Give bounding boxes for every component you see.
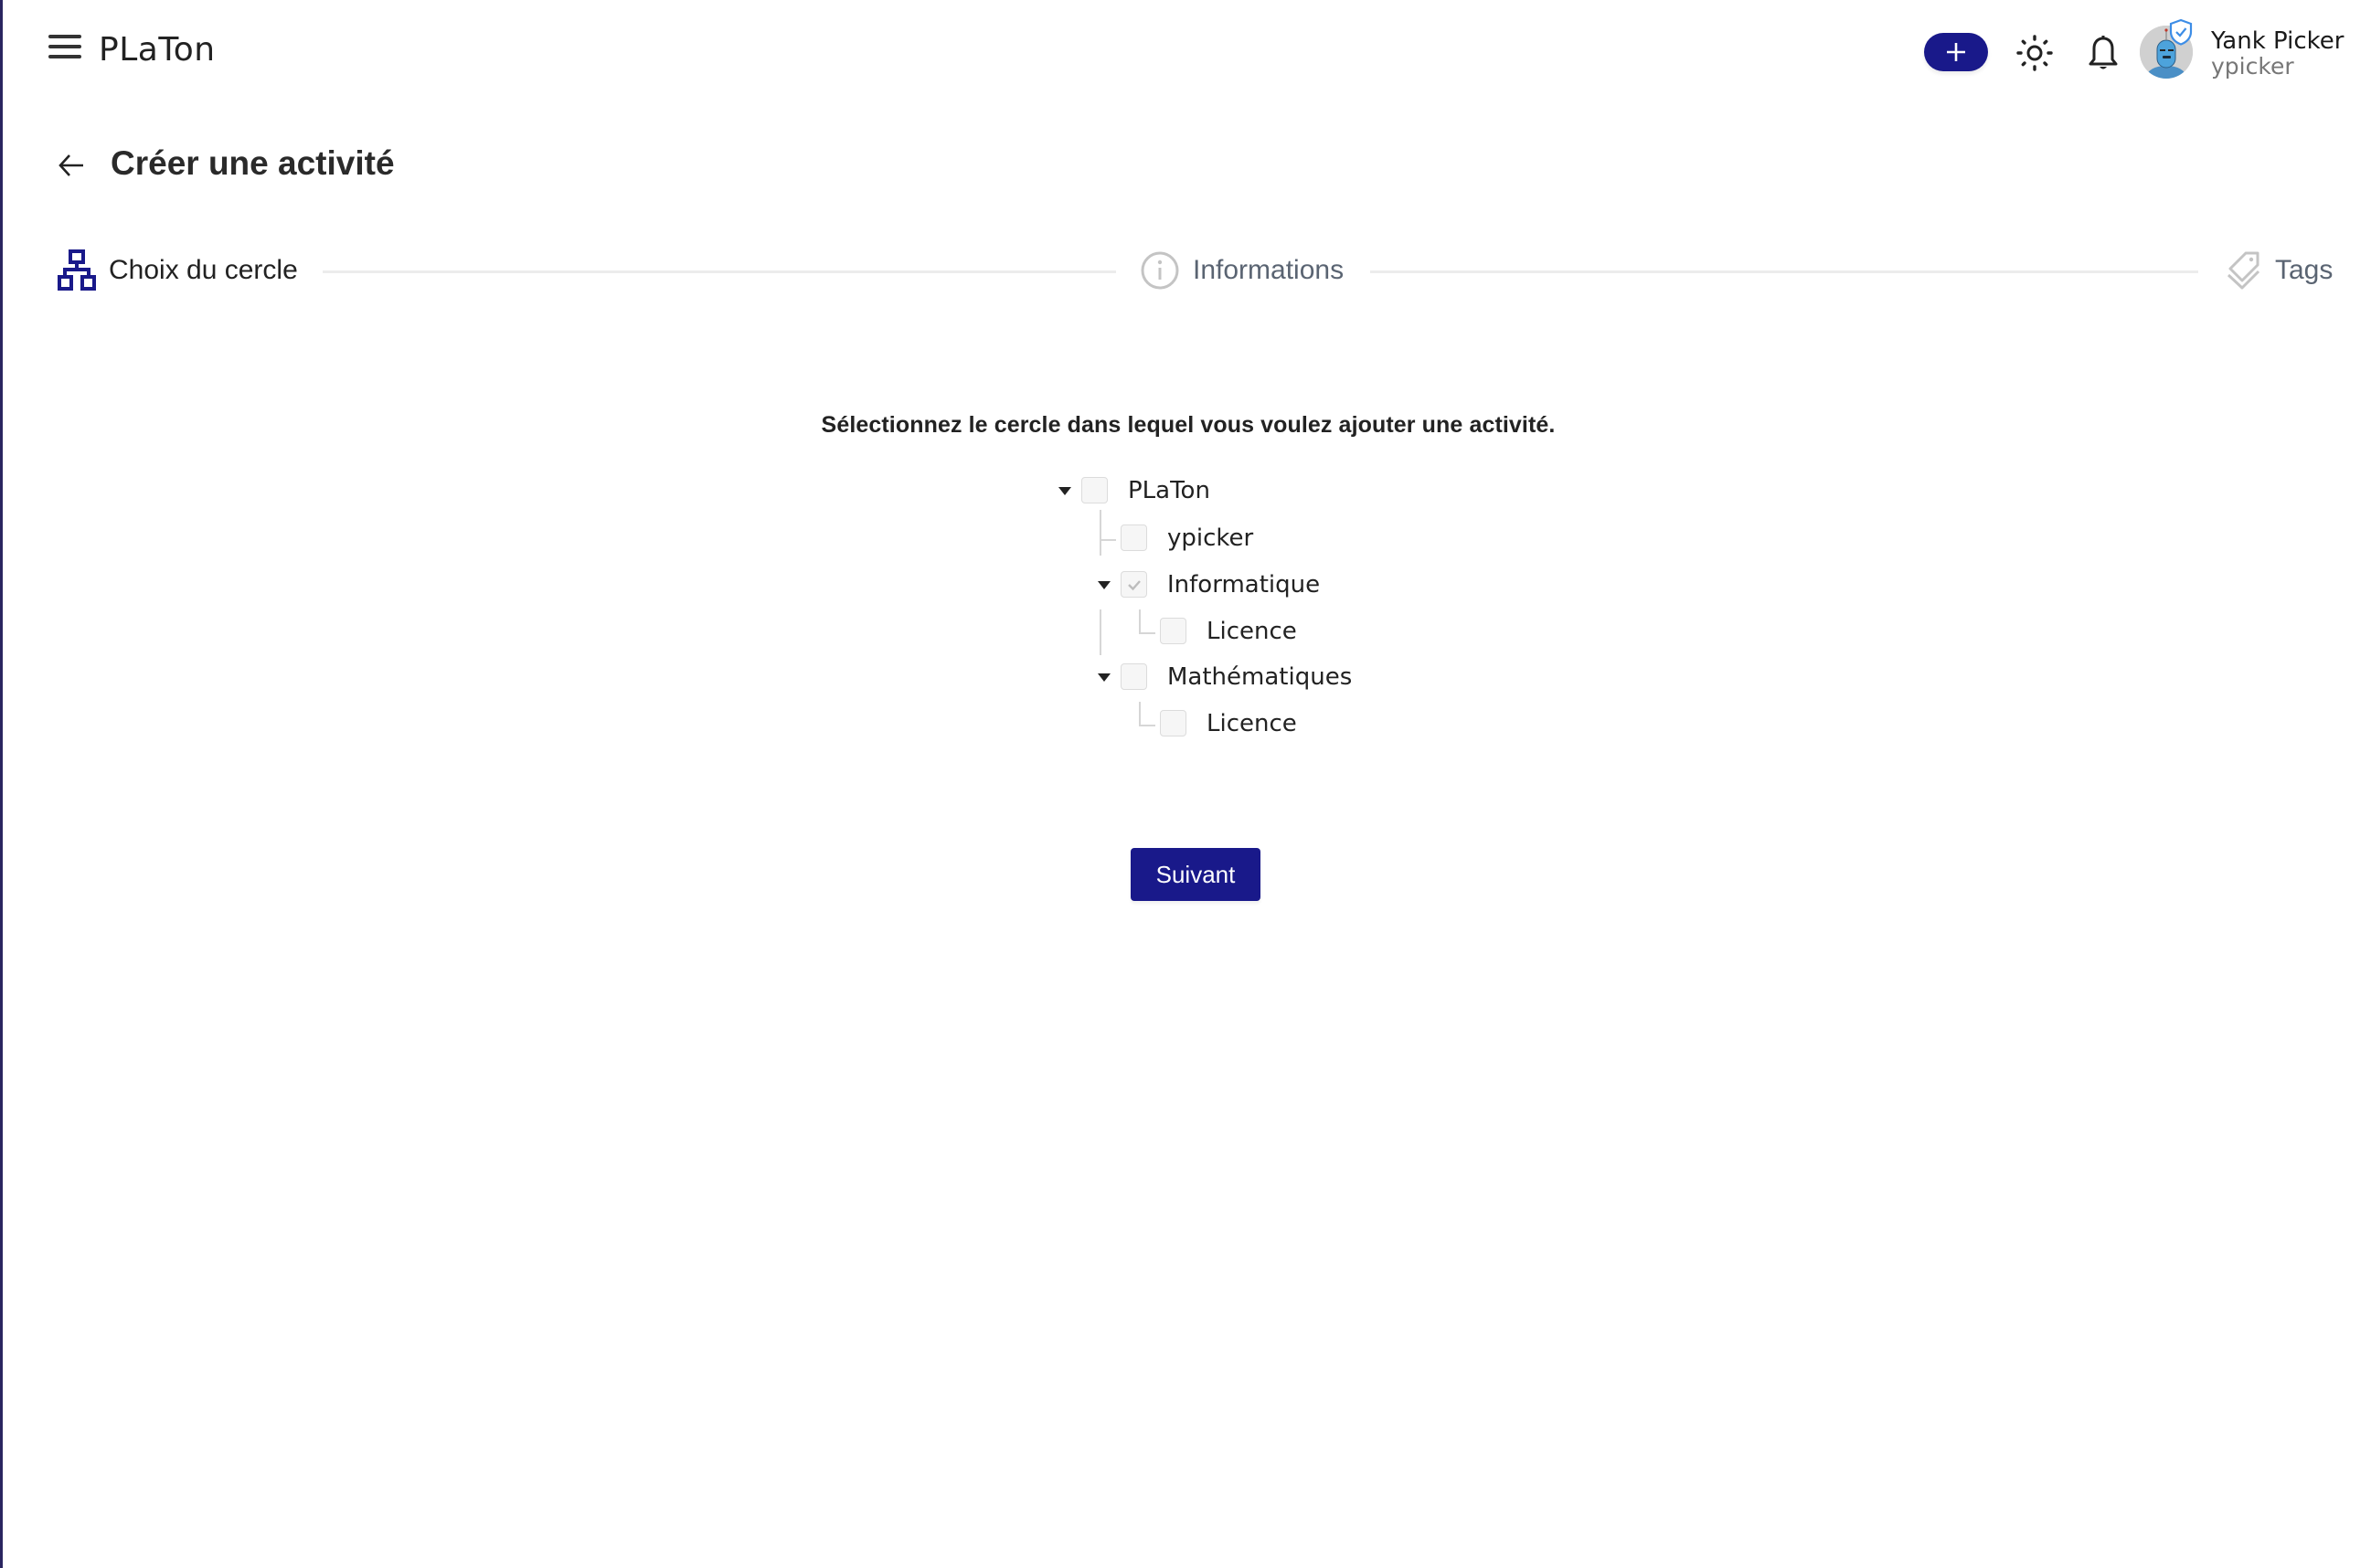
caret-down-icon[interactable] <box>1098 673 1111 682</box>
tree-node-checkbox[interactable] <box>1160 618 1186 644</box>
info-circle-icon <box>1141 251 1179 290</box>
tree-node-checkbox[interactable] <box>1121 663 1147 690</box>
tree-node-label[interactable]: Informatique <box>1167 571 1320 599</box>
page-title: Créer une activité <box>111 144 395 182</box>
tree-node-ypicker: ypicker <box>1054 520 1438 556</box>
step-label: Choix du cercle <box>109 255 298 285</box>
add-button[interactable] <box>1924 33 1988 71</box>
shield-check-icon <box>2169 18 2193 46</box>
circle-tree: PLaTon ypicker Informatique Licence Math… <box>1054 466 1438 740</box>
step-connector <box>323 270 1116 273</box>
step-tags[interactable]: Tags <box>2226 245 2333 296</box>
tree-node-label[interactable]: Licence <box>1207 710 1297 737</box>
tree-node-informatique: Informatique <box>1054 567 1438 603</box>
tree-node-label[interactable]: Licence <box>1207 618 1297 645</box>
tags-icon <box>2227 251 2260 290</box>
step-label: Tags <box>2275 255 2334 285</box>
tree-node-licence-mathematiques: Licence <box>1054 705 1438 741</box>
hamburger-menu-icon[interactable] <box>48 35 81 62</box>
tree-node-checkbox-checked[interactable] <box>1121 571 1147 598</box>
sun-icon[interactable] <box>2016 35 2053 71</box>
caret-down-icon[interactable] <box>1058 487 1071 495</box>
app-title[interactable]: PLaTon <box>99 31 216 69</box>
tree-node-checkbox[interactable] <box>1160 710 1186 736</box>
plus-icon <box>1947 43 1965 61</box>
next-button[interactable]: Suivant <box>1131 848 1260 901</box>
sitemap-icon <box>58 249 96 291</box>
user-username: ypicker <box>2211 53 2294 79</box>
bell-icon[interactable] <box>2087 35 2120 73</box>
caret-down-icon[interactable] <box>1098 581 1111 589</box>
step-informations[interactable]: Informations <box>1140 245 1344 296</box>
check-icon <box>1127 579 1141 590</box>
step-connector <box>1370 270 2198 273</box>
tree-node-mathematiques: Mathématiques <box>1054 659 1438 695</box>
top-header: PLaTon Yank Picker ypicker <box>3 0 2371 110</box>
tree-node-checkbox[interactable] <box>1081 477 1108 503</box>
app-window: PLaTon Yank Picker ypicker Créer une act… <box>0 0 2371 1568</box>
tree-node-label[interactable]: PLaTon <box>1128 477 1210 504</box>
tree-node-label[interactable]: ypicker <box>1167 524 1253 552</box>
instruction-text: Sélectionnez le cercle dans lequel vous … <box>821 412 1556 438</box>
stepper: Choix du cercle Informations Tags <box>3 245 2371 300</box>
step-label: Informations <box>1193 255 1345 285</box>
tree-node-checkbox[interactable] <box>1121 524 1147 551</box>
tree-node-licence-informatique: Licence <box>1054 612 1438 649</box>
tree-node-label[interactable]: Mathématiques <box>1167 663 1352 691</box>
arrow-left-icon[interactable] <box>56 150 87 181</box>
step-choix-du-cercle[interactable]: Choix du cercle <box>58 245 298 296</box>
user-display-name[interactable]: Yank Picker <box>2211 27 2344 55</box>
tree-node-platon: PLaTon <box>1054 473 1438 510</box>
